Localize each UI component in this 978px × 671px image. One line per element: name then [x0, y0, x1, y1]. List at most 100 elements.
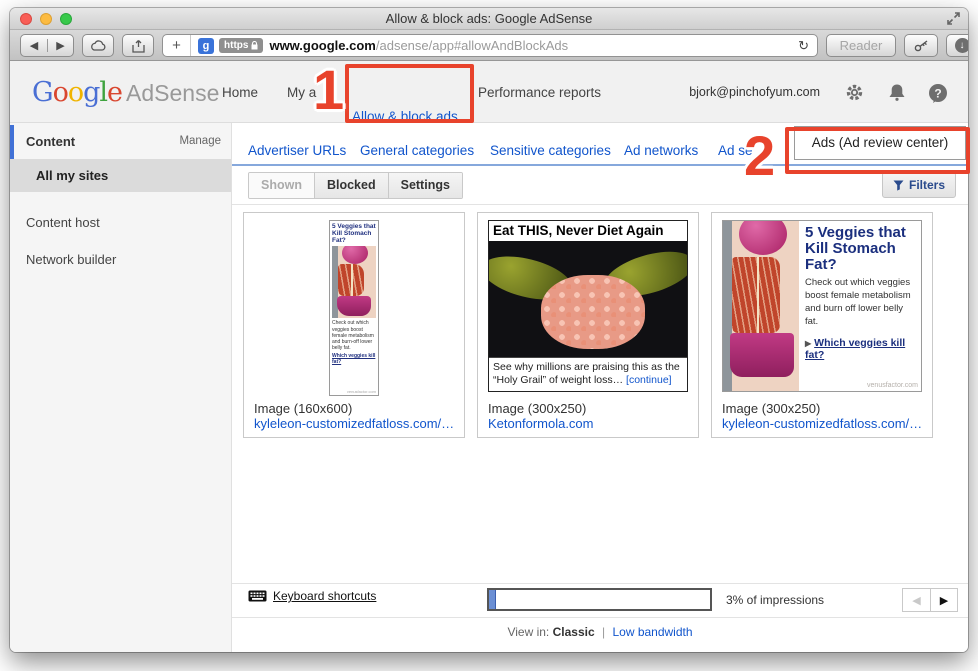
graphic-bra: [342, 246, 368, 264]
ad-cards: 5 Veggies that Kill Stomach Fat? Check o…: [243, 212, 933, 438]
keyboard-shortcuts-link[interactable]: Keyboard shortcuts: [248, 589, 376, 603]
cloud-icon: [90, 40, 106, 51]
app-body: Content Manage All my sites Content host…: [10, 123, 968, 652]
tab-sensitive-categories[interactable]: Sensitive categories: [490, 143, 611, 158]
logo-letter: g: [83, 77, 99, 108]
key-icon: [914, 40, 929, 52]
filters-button[interactable]: Filters: [882, 172, 956, 198]
divider: [232, 617, 968, 618]
ad-body: Check out which veggies boost female met…: [332, 320, 376, 351]
pearls-graphic: [541, 275, 645, 349]
manage-link[interactable]: Manage: [179, 135, 221, 147]
share-button[interactable]: [122, 34, 154, 57]
logo-letter: l: [99, 77, 107, 108]
icloud-tabs-button[interactable]: [82, 34, 114, 57]
ad-link: Which veggies kill fat?: [805, 337, 905, 361]
reader-button[interactable]: Reader: [826, 34, 896, 57]
https-label: https: [224, 40, 248, 51]
keyboard-shortcuts-label: Keyboard shortcuts: [273, 589, 376, 603]
tab-advertiser-urls[interactable]: Advertiser URLs: [248, 143, 346, 158]
ad-link: Which veggies kill fat?: [332, 353, 376, 365]
gear-icon[interactable]: [845, 83, 864, 102]
ad-url-link[interactable]: kyleleon-customizedfatloss.com/…: [254, 416, 454, 431]
ad-card[interactable]: Eat THIS, Never Diet Again See why milli…: [477, 212, 699, 438]
ad-card[interactable]: 5 Veggies that Kill Stomach Fat? Check o…: [243, 212, 465, 438]
torso-graphic: [723, 221, 799, 392]
ad-continue-link: [continue]: [626, 374, 672, 386]
triangle-bullet-icon: ▶: [805, 339, 811, 348]
view-in-label: View in:: [507, 625, 549, 639]
progress-fill: [489, 590, 496, 609]
view-separator: |: [602, 625, 605, 639]
window-title: Allow & block ads: Google AdSense: [10, 11, 968, 26]
sidebar-item-network-builder[interactable]: Network builder: [26, 252, 116, 267]
forward-button[interactable]: ▶: [47, 39, 73, 52]
divider: [232, 583, 968, 584]
subtab-shown[interactable]: Shown: [249, 173, 314, 198]
ad-size-label: Image (300x250): [722, 401, 922, 416]
fullscreen-icon[interactable]: [947, 12, 960, 25]
sidebar-section-label: Content: [26, 134, 75, 149]
back-button[interactable]: ◀: [21, 39, 47, 52]
view-low-bandwidth-link[interactable]: Low bandwidth: [612, 625, 692, 639]
ad-text-block: 5 Veggies that Kill Stomach Fat? Check o…: [805, 225, 917, 361]
google-favicon: g: [198, 38, 214, 54]
graphic-shorts: [730, 333, 794, 377]
torso-graphic: [332, 246, 376, 318]
sidebar-item-all-my-sites[interactable]: All my sites: [10, 159, 231, 192]
next-page-button[interactable]: ▶: [930, 588, 958, 612]
ad-url-link[interactable]: kyleleon-customizedfatloss.com/…: [722, 416, 922, 431]
nav-performance-reports[interactable]: Performance reports: [478, 61, 601, 123]
ad-size-label: Image (160x600): [254, 401, 454, 416]
prev-page-button[interactable]: ◀: [902, 588, 930, 612]
titlebar: Allow & block ads: Google AdSense: [10, 8, 968, 30]
help-icon[interactable]: ?: [928, 83, 948, 103]
ad-url-link[interactable]: Ketonformola.com: [488, 416, 688, 431]
password-extension-button[interactable]: [904, 34, 938, 57]
graphic-bra: [739, 220, 787, 255]
history-buttons: ◀ ▶: [20, 34, 74, 57]
tab-general-categories[interactable]: General categories: [360, 143, 474, 158]
divider: [232, 204, 968, 205]
nav-home[interactable]: Home: [222, 61, 258, 123]
ad-image-160x600: 5 Veggies that Kill Stomach Fat? Check o…: [329, 220, 379, 396]
ad-link-row: ▶Which veggies kill fat?: [805, 337, 917, 361]
impressions-label: 3% of impressions: [726, 593, 824, 607]
address-bar[interactable]: + g https www.google.com/adsense/app#all…: [162, 34, 818, 57]
ad-body: Check out which veggies boost female met…: [805, 277, 917, 328]
downloads-button[interactable]: ↓: [946, 34, 968, 57]
ad-image-300x250: 5 Veggies that Kill Stomach Fat? Check o…: [722, 220, 922, 392]
keyboard-icon: [248, 590, 267, 602]
view-classic: Classic: [553, 625, 595, 639]
reload-icon[interactable]: ↻: [798, 38, 809, 54]
lock-icon: [251, 41, 258, 50]
logo-letter: o: [68, 77, 83, 108]
adsense-header: GoogleAdSense Home My a Allow & block ad…: [10, 61, 968, 123]
graphic-muscles: [338, 264, 364, 296]
nav-allow-block-label: Allow & block ads: [352, 109, 458, 124]
subtab-group: Shown Blocked Settings: [248, 172, 463, 199]
ad-preview: 5 Veggies that Kill Stomach Fat? Check o…: [722, 220, 922, 398]
filters-label: Filters: [909, 173, 945, 197]
nav-my-ads[interactable]: My a: [287, 61, 316, 123]
nav-performance-label: Performance reports: [478, 85, 601, 100]
url-domain: www.google.com: [269, 38, 375, 53]
funnel-icon: [893, 180, 904, 191]
sidebar-item-content-host[interactable]: Content host: [26, 215, 100, 230]
subtab-settings[interactable]: Settings: [388, 173, 462, 198]
top-sites-add-button[interactable]: +: [163, 35, 191, 56]
svg-text:?: ?: [934, 87, 941, 101]
https-badge: https: [219, 38, 263, 53]
pagination: ◀ ▶: [902, 588, 958, 612]
bell-icon[interactable]: [888, 83, 906, 102]
ad-image-300x250: Eat THIS, Never Diet Again See why milli…: [488, 220, 688, 392]
tab-ad-networks[interactable]: Ad networks: [624, 143, 698, 158]
subtab-blocked[interactable]: Blocked: [314, 173, 388, 198]
browser-toolbar: ◀ ▶ + g https www.google.com/adsense/app…: [10, 30, 968, 61]
tab-ad-serving[interactable]: Ad se: [718, 143, 753, 158]
account-email: bjork@pinchofyum.com: [689, 85, 820, 99]
ad-size-label: Image (300x250): [488, 401, 688, 416]
ad-card[interactable]: 5 Veggies that Kill Stomach Fat? Check o…: [711, 212, 933, 438]
tab-ads-ad-review-center[interactable]: Ads (Ad review center): [794, 126, 966, 160]
ad-attribution: venusfactor.com: [347, 389, 376, 394]
